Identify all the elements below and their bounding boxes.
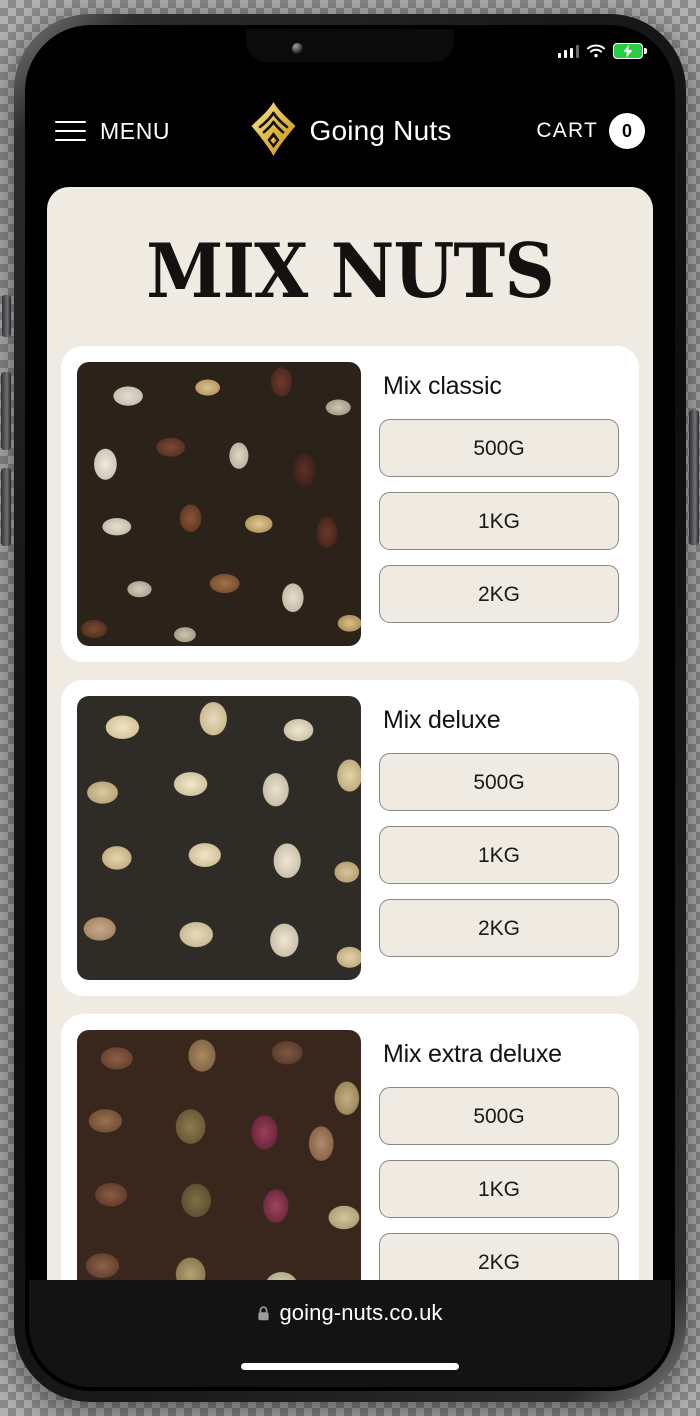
power-button[interactable] [689,410,699,545]
phone-mockup: MENU Going Nuts CART 0 MIX NUTS Mix clas… [0,0,700,1416]
size-option-1kg[interactable]: 1KG [379,826,619,884]
volume-up-button[interactable] [1,372,11,450]
brand-logo-link[interactable]: Going Nuts [248,101,451,162]
menu-button[interactable]: MENU [55,118,170,145]
size-option-500g[interactable]: 500G [379,753,619,811]
silent-switch[interactable] [2,295,11,337]
cart-button[interactable]: CART 0 [536,113,645,149]
going-nuts-diamond-logo [248,101,298,162]
product-info: Mix classic 500G 1KG 2KG [379,362,623,646]
product-image-mix-classic[interactable] [77,362,361,646]
url-text: going-nuts.co.uk [279,1300,443,1325]
product-name: Mix deluxe [383,706,501,734]
product-name: Mix classic [383,372,502,400]
wifi-icon [587,44,605,58]
phone-bezel: MENU Going Nuts CART 0 MIX NUTS Mix clas… [25,25,675,1391]
status-bar-indicators [557,43,647,59]
phone-screen: MENU Going Nuts CART 0 MIX NUTS Mix clas… [29,29,671,1387]
browser-bottom-bar: going-nuts.co.uk [29,1280,671,1387]
cart-count-badge: 0 [609,113,645,149]
size-option-500g[interactable]: 500G [379,419,619,477]
product-card: Mix deluxe 500G 1KG 2KG [61,680,639,996]
battery-charging-icon [613,43,647,59]
size-option-2kg[interactable]: 2KG [379,565,619,623]
product-image-mix-extra-deluxe[interactable] [77,1030,361,1280]
home-indicator[interactable] [241,1363,459,1370]
cellular-signal-icon [557,44,579,58]
size-option-1kg[interactable]: 1KG [379,1160,619,1218]
product-name: Mix extra deluxe [383,1040,562,1068]
phone-body: MENU Going Nuts CART 0 MIX NUTS Mix clas… [14,14,686,1402]
size-option-1kg[interactable]: 1KG [379,492,619,550]
size-option-500g[interactable]: 500G [379,1087,619,1145]
hamburger-menu-icon[interactable] [55,121,86,141]
product-info: Mix extra deluxe 500G 1KG 2KG [379,1030,623,1280]
url-bar[interactable]: going-nuts.co.uk [29,1280,671,1346]
site-header: MENU Going Nuts CART 0 [29,75,671,187]
product-info: Mix deluxe 500G 1KG 2KG [379,696,623,980]
lock-icon [257,1305,270,1321]
size-option-2kg[interactable]: 2KG [379,899,619,957]
product-image-mix-deluxe[interactable] [77,696,361,980]
cart-label: CART [536,119,598,142]
product-card: Mix classic 500G 1KG 2KG [61,346,639,662]
volume-down-button[interactable] [1,468,11,546]
status-bar [29,29,671,75]
page-content: MIX NUTS Mix classic 500G 1KG 2KG Mix de… [47,187,653,1280]
product-list: Mix classic 500G 1KG 2KG Mix deluxe 500G… [47,346,653,1280]
page-title: MIX NUTS [146,227,555,315]
menu-label: MENU [100,117,171,144]
product-card: Mix extra deluxe 500G 1KG 2KG [61,1014,639,1280]
brand-name: Going Nuts [309,115,452,146]
size-option-2kg[interactable]: 2KG [379,1233,619,1280]
